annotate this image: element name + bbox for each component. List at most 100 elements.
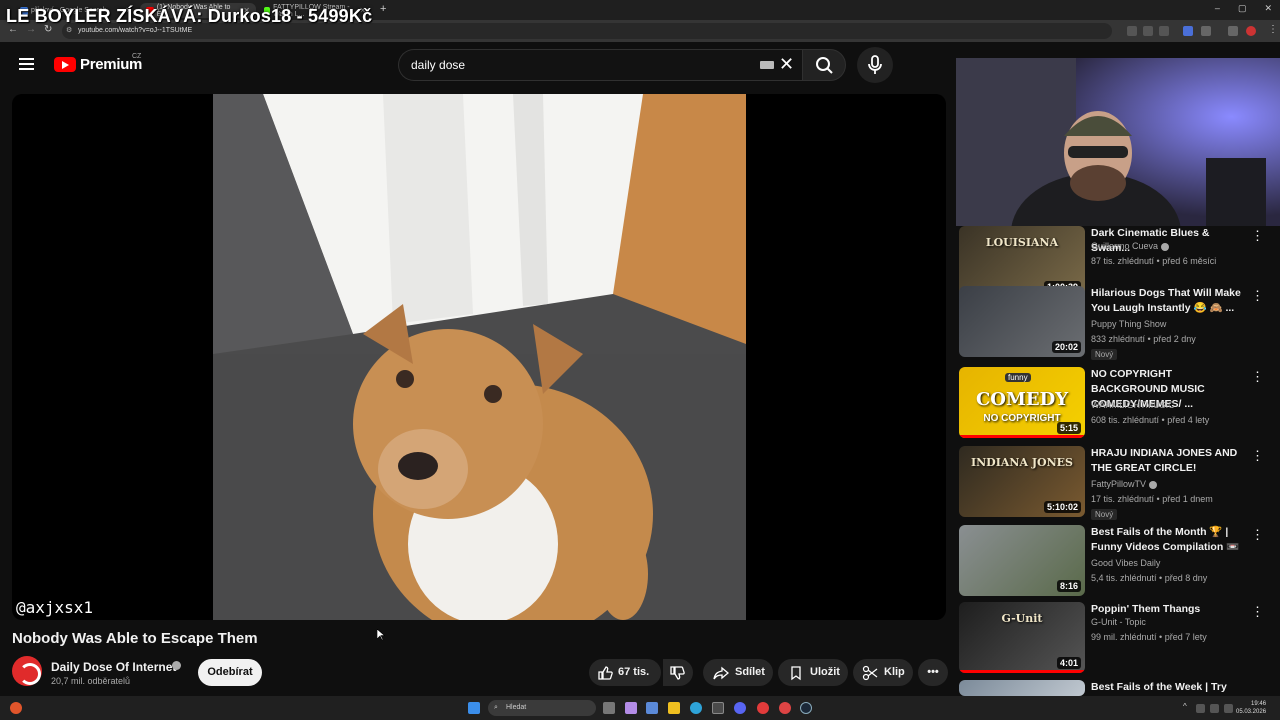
video-duration: 5:15 bbox=[1056, 422, 1081, 434]
clear-search-icon[interactable]: ✕ bbox=[779, 54, 794, 75]
sidebar-icon[interactable] bbox=[1228, 26, 1238, 36]
video-thumbnail[interactable]: G-Unit 4:01 bbox=[959, 602, 1085, 673]
extensions-puzzle-icon[interactable] bbox=[1201, 26, 1211, 36]
new-tab-button[interactable]: + bbox=[380, 3, 386, 15]
voice-search-button[interactable] bbox=[857, 47, 893, 83]
video-thumbnail[interactable] bbox=[959, 680, 1085, 696]
tray-arrow-icon[interactable]: ^ bbox=[1183, 702, 1187, 711]
more-options-icon[interactable]: ⋮ bbox=[1251, 605, 1264, 618]
recommendation-meta: 99 mil. zhlédnutí • před 7 lety bbox=[1091, 632, 1207, 642]
clip-label: Klip bbox=[884, 666, 905, 678]
keyboard-icon[interactable] bbox=[760, 61, 774, 69]
more-options-icon[interactable]: ⋮ bbox=[1251, 528, 1264, 541]
maximize-button[interactable]: ▢ bbox=[1238, 3, 1247, 14]
edge-browser-icon[interactable] bbox=[690, 702, 702, 714]
channel-label: Guillermo Cueva bbox=[1091, 241, 1159, 251]
save-label: Uložit bbox=[810, 666, 840, 678]
app-obs-icon[interactable] bbox=[779, 702, 791, 714]
channel-avatar[interactable] bbox=[12, 656, 42, 686]
watch-progress-bar bbox=[959, 435, 1085, 438]
recommendation-item[interactable]: 8:16 Best Fails of the Month 🏆 | Funny Vi… bbox=[959, 525, 1269, 596]
volume-icon[interactable] bbox=[1224, 704, 1233, 713]
video-thumbnail[interactable]: 8:16 bbox=[959, 525, 1085, 596]
search-button[interactable] bbox=[802, 49, 846, 81]
recommendation-title[interactable]: HRAJU INDIANA JONES AND THE GREAT CIRCLE… bbox=[1091, 446, 1246, 476]
recommendation-channel[interactable]: G-Unit - Topic bbox=[1091, 617, 1146, 627]
recommendation-item[interactable]: COMEDY funny NO COPYRIGHT 5:15 NO COPYRIGHT … bbox=[959, 367, 1269, 438]
video-thumbnail[interactable]: INDIANA JONES 5:10:02 bbox=[959, 446, 1085, 517]
bookmark-star-icon[interactable] bbox=[1159, 26, 1169, 36]
like-button[interactable]: 67 tis. bbox=[589, 659, 661, 686]
task-view-icon[interactable] bbox=[603, 702, 615, 714]
recommendation-title[interactable]: Best Fails of the Month 🏆 | Funny Videos… bbox=[1091, 525, 1246, 555]
zoom-icon[interactable] bbox=[1127, 26, 1137, 36]
more-actions-button[interactable]: ••• bbox=[918, 659, 948, 686]
url-text: youtube.com/watch?v=oJ--1TSUtME bbox=[78, 27, 193, 34]
youtube-play-icon bbox=[54, 57, 76, 72]
save-button[interactable]: Uložit bbox=[778, 659, 848, 686]
profile-avatar-icon[interactable] bbox=[1246, 26, 1256, 36]
channel-label: FattyPillowTV bbox=[1091, 479, 1147, 489]
recommendation-item[interactable]: G-Unit 4:01 Poppin' Them Thangs G-Unit - To… bbox=[959, 602, 1269, 673]
dislike-button[interactable] bbox=[663, 659, 693, 686]
windows-start-icon[interactable] bbox=[468, 702, 480, 714]
recommendation-title[interactable]: Hilarious Dogs That Will Make You Laugh … bbox=[1091, 286, 1246, 316]
video-thumbnail[interactable]: 20:02 bbox=[959, 286, 1085, 357]
share-button[interactable]: Sdílet bbox=[703, 659, 773, 686]
verified-badge-icon bbox=[1160, 242, 1169, 251]
chrome-browser-icon[interactable] bbox=[712, 702, 724, 714]
app-red-icon[interactable] bbox=[757, 702, 769, 714]
cast-icon[interactable] bbox=[1143, 26, 1153, 36]
hamburger-menu-icon[interactable] bbox=[19, 58, 34, 70]
verified-badge-icon bbox=[1148, 480, 1157, 489]
app-icon-left[interactable] bbox=[10, 702, 22, 714]
more-options-icon[interactable]: ⋮ bbox=[1251, 229, 1264, 242]
subscribe-button[interactable]: Odebírat bbox=[198, 659, 262, 686]
store-icon[interactable] bbox=[646, 702, 658, 714]
tray-icon-2[interactable] bbox=[1210, 704, 1219, 713]
verified-badge-icon bbox=[172, 661, 181, 670]
recommendation-channel[interactable]: Guillermo Cueva bbox=[1091, 241, 1169, 251]
search-input[interactable]: daily dose bbox=[398, 49, 802, 81]
tray-icon-1[interactable] bbox=[1196, 704, 1205, 713]
file-explorer-icon[interactable] bbox=[668, 702, 680, 714]
video-frame[interactable] bbox=[213, 94, 746, 620]
video-player[interactable]: @axjxsx1 bbox=[12, 94, 946, 620]
recommendation-meta: 87 tis. zhlédnutí • před 6 měsíci bbox=[1091, 256, 1217, 266]
recommendation-item[interactable]: Best Fails of the Week | Try Not bbox=[959, 680, 1269, 708]
close-window-button[interactable]: ✕ bbox=[1264, 3, 1272, 14]
recommendation-channel[interactable]: Puppy Thing Show bbox=[1091, 319, 1166, 329]
recommendation-channel[interactable]: WARMLIGHTMUSIC bbox=[1091, 400, 1175, 410]
mouse-cursor-icon bbox=[377, 629, 385, 641]
thumbnail-text: LOUISIANA bbox=[985, 236, 1059, 249]
extension-icon[interactable] bbox=[1183, 26, 1193, 36]
recommendation-title[interactable]: Poppin' Them Thangs bbox=[1091, 602, 1246, 617]
taskbar-search[interactable]: ⌕ Hledat bbox=[488, 700, 596, 716]
more-options-icon[interactable]: ⋮ bbox=[1251, 289, 1264, 302]
recommendation-item[interactable]: 20:02 Hilarious Dogs That Will Make You L… bbox=[959, 286, 1269, 360]
minimize-button[interactable]: – bbox=[1215, 3, 1220, 14]
channel-label: Good Vibes Daily bbox=[1091, 558, 1161, 568]
watch-progress-bar bbox=[959, 670, 1085, 673]
channel-name-link[interactable]: Daily Dose Of Internet bbox=[51, 660, 176, 674]
video-duration: 8:16 bbox=[1056, 580, 1081, 592]
more-options-icon[interactable]: ⋮ bbox=[1251, 370, 1264, 383]
new-badge: Nový bbox=[1091, 509, 1118, 520]
more-options-icon[interactable]: ⋮ bbox=[1251, 449, 1264, 462]
thumbnail-top-text: funny bbox=[1005, 373, 1031, 382]
taskbar-clock[interactable]: 19:46 05.03.2026 bbox=[1236, 700, 1266, 716]
youtube-premium-logo[interactable]: Premium CZ bbox=[54, 53, 142, 73]
recommendation-channel[interactable]: Good Vibes Daily bbox=[1091, 558, 1160, 568]
recommendation-channel[interactable]: FattyPillowTV bbox=[1091, 479, 1157, 489]
discord-icon[interactable] bbox=[734, 702, 746, 714]
video-thumbnail[interactable]: COMEDY funny NO COPYRIGHT 5:15 bbox=[959, 367, 1085, 438]
recommendation-item[interactable]: INDIANA JONES 5:10:02 HRAJU INDIANA JONES … bbox=[959, 446, 1269, 520]
like-count: 67 tis. bbox=[618, 666, 650, 678]
microphone-icon bbox=[868, 55, 882, 74]
channel-label: G-Unit - Topic bbox=[1091, 617, 1146, 627]
clip-button[interactable]: Klip bbox=[853, 659, 913, 686]
steam-icon[interactable] bbox=[800, 702, 812, 714]
more-dots-icon: ••• bbox=[927, 666, 939, 678]
widget-app-icon[interactable] bbox=[625, 702, 637, 714]
browser-menu-icon[interactable]: ⋮ bbox=[1268, 24, 1278, 35]
